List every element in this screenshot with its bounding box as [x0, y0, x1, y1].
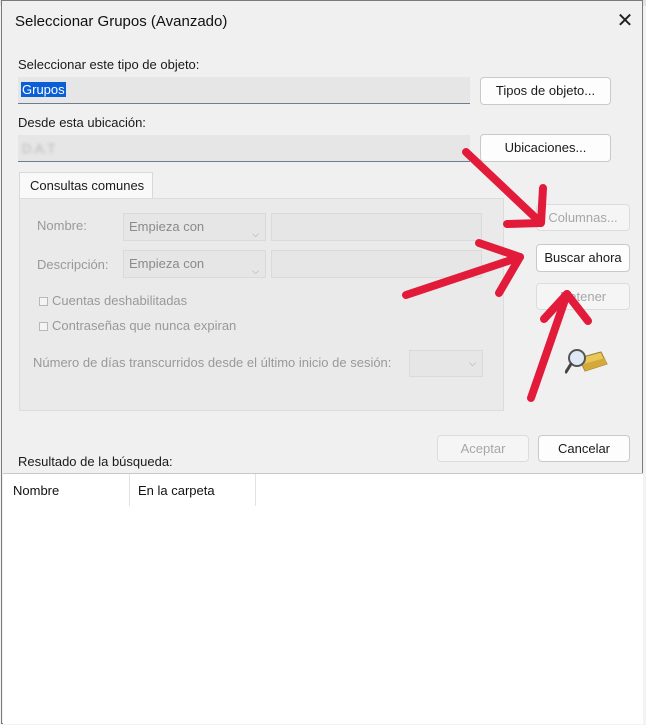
annotation-arrows	[402, 148, 592, 402]
arrow-top-shaft	[462, 148, 544, 226]
